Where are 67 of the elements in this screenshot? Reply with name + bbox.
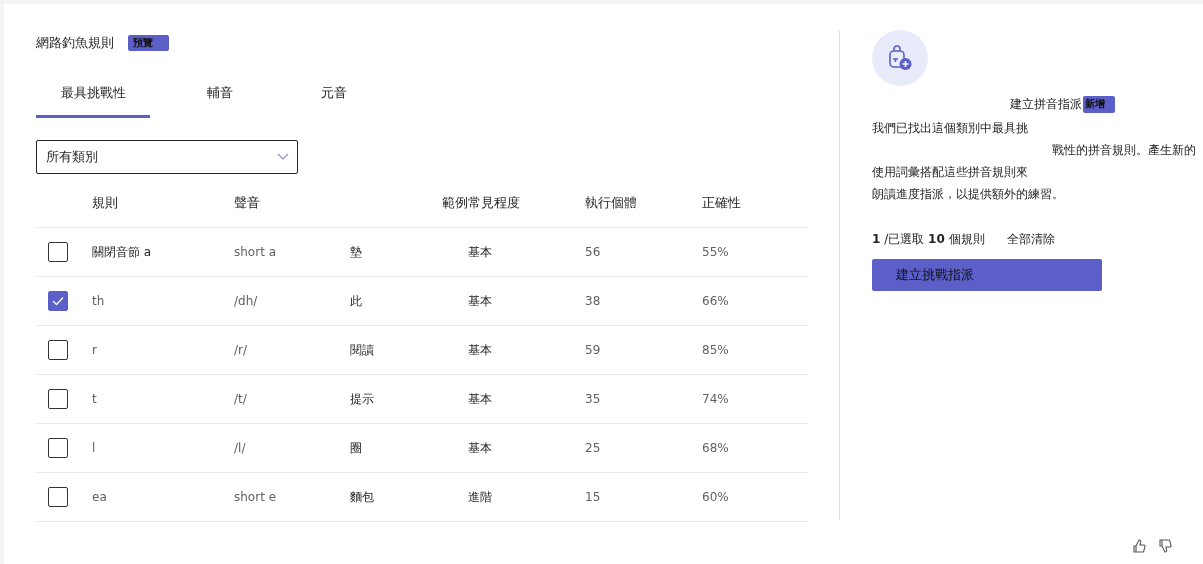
table-cell-text: 圈	[350, 439, 363, 457]
table-cell-text: 基本	[467, 341, 493, 359]
table-cell-text: 68%	[702, 441, 730, 455]
table-cell-text: 閱讀	[350, 341, 375, 359]
checkbox[interactable]	[48, 438, 68, 458]
table-cell-text: 基本	[467, 243, 493, 261]
table-cell-text: 墊	[350, 243, 363, 261]
description-line: 戰性的拼音規則。產生新的	[1051, 142, 1197, 159]
table-cell-text: 關閉音節 a	[92, 243, 153, 261]
table-cell-text: 麵包	[350, 488, 375, 506]
column-header: 範例常見程度	[442, 195, 521, 212]
table-cell-text: /r/	[234, 343, 249, 357]
table-cell-text: 進階	[467, 488, 493, 506]
column-header: 聲音	[234, 195, 261, 212]
table-cell-text: 38	[585, 294, 602, 308]
table-cell-text: r	[92, 343, 98, 357]
thumbs-down-icon[interactable]	[1157, 538, 1173, 554]
table-cell-text: 基本	[467, 292, 493, 310]
column-header: 正確性	[702, 195, 742, 212]
table-cell-text: 此	[350, 292, 363, 310]
checkbox[interactable]	[48, 487, 68, 507]
table-cell-text: /l/	[234, 441, 247, 455]
checkbox[interactable]	[48, 389, 68, 409]
table-cell-text: 85%	[702, 343, 730, 357]
checkbox[interactable]	[48, 242, 68, 262]
create-assignment-button[interactable]: 建立挑戰指派	[872, 259, 1102, 291]
table-cell-text: 提示	[350, 390, 375, 408]
description-line: 朗讀進度指派，以提供額外的練習。	[872, 186, 1065, 203]
table-cell-text: 74%	[702, 392, 730, 406]
table-cell-text: 15	[585, 490, 602, 504]
page-title: 網路釣魚規則	[36, 34, 114, 52]
table-cell-text: 25	[585, 441, 602, 455]
table-cell-text: ea	[92, 490, 108, 504]
table-cell-text: 66%	[702, 294, 730, 308]
table-cell-text: th	[92, 294, 106, 308]
column-header: 執行個體	[585, 195, 638, 212]
table-cell-text: t	[92, 392, 98, 406]
table-cell-text: /dh/	[234, 294, 259, 308]
check-icon	[52, 296, 64, 306]
backpack-plus-icon	[887, 45, 913, 71]
table-cell-text: 基本	[467, 390, 493, 408]
clear-all-link[interactable]: 全部清除	[1006, 231, 1055, 248]
thumbs-up-icon[interactable]	[1131, 538, 1147, 554]
new-badge: 新增	[1082, 96, 1115, 113]
table-cell-text: 59	[585, 343, 602, 357]
table-cell-text: 60%	[702, 490, 730, 504]
checkbox[interactable]	[48, 291, 68, 311]
table-cell-text: 基本	[467, 439, 493, 457]
table-cell-text: 55%	[702, 245, 730, 259]
table-cell-text: /t/	[234, 392, 248, 406]
table-cell-text: short e	[234, 490, 278, 504]
table-cell-text: 56	[585, 245, 602, 259]
category-dropdown[interactable]: 所有類別	[36, 140, 298, 174]
table-cell-text: l	[92, 441, 97, 455]
selection-count: 1 /已選取 10 個規則	[872, 231, 985, 248]
chevron-icon	[277, 153, 289, 161]
column-header: 規則	[92, 195, 119, 212]
tab[interactable]: 最具挑戰性	[36, 84, 150, 118]
table-cell-text: 35	[585, 392, 602, 406]
checkbox[interactable]	[48, 340, 68, 360]
description-line: 使用詞彙搭配這些拼音規則來	[872, 164, 1029, 181]
tab[interactable]: 元音	[290, 84, 378, 118]
panel-heading: 建立拼音指派	[1009, 96, 1082, 113]
description-line: 我們已找出這個類別中最具挑	[872, 120, 1029, 137]
preview-badge: 預覽	[128, 35, 169, 51]
table-cell-text: short a	[234, 245, 277, 259]
tab[interactable]: 輔音	[176, 84, 264, 118]
